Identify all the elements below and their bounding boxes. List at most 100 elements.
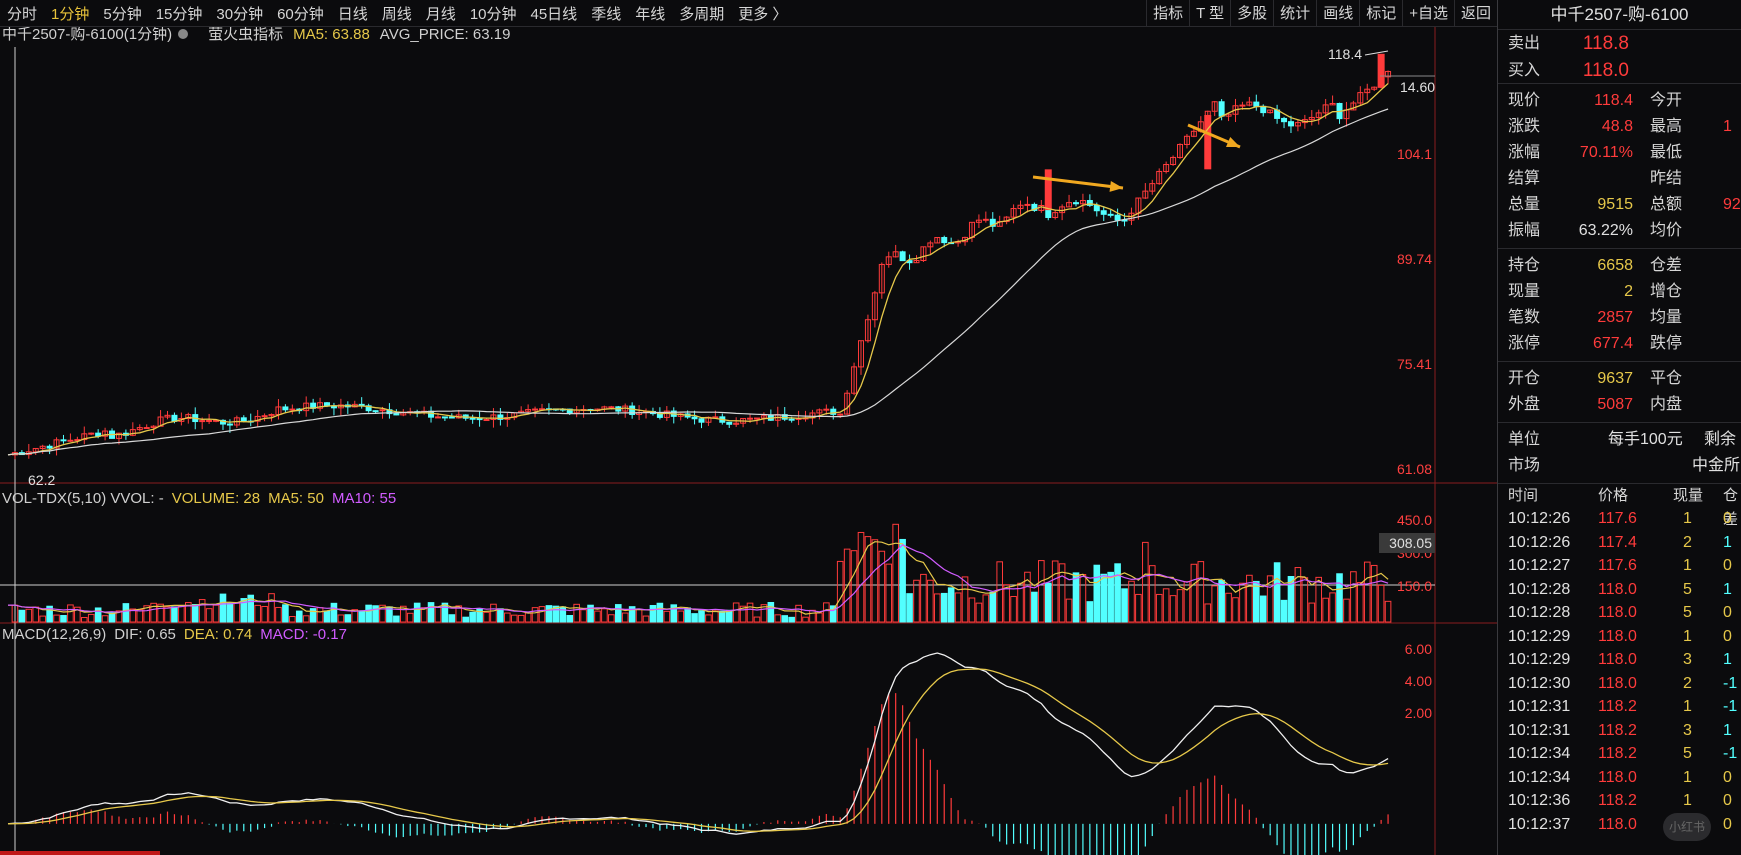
stat-label-2: 跌停 (1650, 335, 1683, 352)
volume-bar (663, 610, 671, 623)
volume-bar (594, 610, 601, 623)
timeframe-tab[interactable]: 30分钟 (209, 3, 270, 24)
volume-bar (164, 606, 171, 623)
volume-bar (1294, 567, 1302, 623)
unit-extra: 剩余 (1704, 431, 1737, 448)
timeframe-tab[interactable]: 月线 (419, 3, 463, 24)
volume-bar (892, 523, 899, 623)
macd-value: MACD: -0.17 (260, 626, 347, 643)
crosshair-value: 308.05 (1389, 535, 1432, 551)
stat-label: 开仓 (1508, 370, 1541, 387)
volume-bar (982, 594, 990, 623)
volume-bar (295, 610, 303, 623)
timeframe-tab[interactable]: 45日线 (524, 3, 585, 24)
stat-value: 70.11% (1579, 144, 1633, 161)
highlight-candle (1377, 53, 1385, 88)
volume-bar (566, 615, 574, 623)
tick-oi-change: 0 (1723, 604, 1732, 621)
volume-bar (802, 616, 809, 623)
toolbar-button[interactable]: 指标 (1146, 0, 1189, 27)
toolbar-button[interactable]: 画线 (1316, 0, 1359, 27)
toolbar-button[interactable]: +自选 (1402, 0, 1454, 27)
volume-bar (344, 614, 352, 623)
tick-oi-change: -1 (1723, 698, 1738, 715)
tick-price: 118.0 (1598, 815, 1637, 833)
highlight-candle (1204, 114, 1212, 170)
tick-price: 117.4 (1598, 533, 1637, 551)
tick-time: 10:12:29 (1508, 651, 1571, 668)
volume-bar (836, 560, 844, 623)
volume-bar (1038, 560, 1045, 623)
main-title-text: 中千2507-购-6100(1分钟) 萤火虫指标 MA5: 63.88 AVG_PRI… (2, 27, 510, 43)
volume-bar (289, 616, 296, 623)
volume-bar (358, 610, 365, 623)
timeframe-tab[interactable]: 5分钟 (96, 3, 148, 24)
quote-panel: 中千2507-购-6100 卖出 118.8 买入 118.0 现价 118.4 今… (1497, 0, 1741, 855)
stat-label-2: 最高 (1650, 118, 1683, 135)
timeframe-tab[interactable]: 多周期 (672, 3, 731, 24)
volume-bar (850, 550, 858, 623)
timeframe-tab[interactable]: 年线 (628, 3, 672, 24)
candle-body (608, 406, 615, 409)
tick-header-time: 时间 (1508, 487, 1539, 504)
toolbar-button[interactable]: 标记 (1359, 0, 1402, 27)
timeframe-tab[interactable]: 周线 (375, 3, 419, 24)
tick-price: 117.6 (1598, 557, 1637, 574)
tick-table[interactable]: 10:12:26 117.6 1 0 10:12:26 117.4 2 1 10:12:27 11… (1498, 507, 1741, 836)
volume-value: VOLUME: 28 (172, 490, 260, 507)
timeframe-tab[interactable]: 更多 〉 (731, 3, 794, 24)
volume-bar (1135, 593, 1142, 623)
tick-qty: 1 (1683, 627, 1692, 645)
stat-label: 结算 (1508, 170, 1541, 187)
volume-bar (684, 607, 691, 623)
toolbar-button[interactable]: 多股 (1230, 0, 1273, 27)
volume-bar (823, 602, 830, 623)
indicator-name: 萤火虫指标 (208, 27, 283, 43)
volume-bar (975, 602, 983, 623)
timeframe-tab[interactable]: 季线 (584, 3, 628, 24)
kline-chart[interactable]: 104.1 89.74 75.41 61.08 118.4 62.2 14.60 中千2507… (0, 27, 1497, 855)
timeframe-tab[interactable]: 60分钟 (270, 3, 331, 24)
macd-dif-line (7, 652, 1389, 835)
stat-label: 涨跌 (1508, 118, 1541, 135)
volume-bar (1336, 573, 1343, 623)
tick-row: 10:12:31 118.2 1 -1 (1498, 695, 1741, 719)
timeframe-tab[interactable]: 10分钟 (463, 3, 524, 24)
candle-body (747, 417, 754, 420)
volume-bar (642, 615, 650, 623)
volume-bar (788, 616, 795, 623)
volume-bar (67, 604, 74, 623)
toolbar-button[interactable]: 统计 (1273, 0, 1316, 27)
toolbar-button[interactable]: T 型 (1189, 0, 1230, 27)
timeframe-tab[interactable]: 分时 (0, 3, 44, 24)
volume-bar (1100, 573, 1108, 623)
stat-row: 振幅 63.22% 均价 (1498, 218, 1741, 244)
quote-stats-3: 开仓 9637 平仓 外盘 5087 内盘 (1498, 362, 1741, 423)
tick-oi-change: 1 (1723, 533, 1732, 551)
tick-oi-change: 0 (1723, 557, 1732, 574)
candle-body (226, 423, 233, 426)
tick-price: 118.2 (1598, 745, 1637, 762)
candle-body (1072, 202, 1079, 205)
timeframe-tab[interactable]: 15分钟 (149, 3, 210, 24)
tick-oi-change: 0 (1723, 768, 1732, 786)
tick-row: 10:12:30 118.0 2 -1 (1498, 672, 1741, 696)
toolbar-button[interactable]: 返回 (1453, 0, 1497, 27)
tick-row: 10:12:26 117.6 1 0 (1498, 507, 1741, 531)
tick-price: 118.2 (1598, 792, 1637, 809)
timeframe-tab[interactable]: 日线 (331, 3, 375, 24)
tick-time: 10:12:34 (1508, 768, 1571, 786)
volume-bar (80, 617, 88, 623)
volume-bar (1253, 580, 1260, 623)
timeframe-tab[interactable]: 1分钟 (44, 3, 96, 24)
volume-bar (767, 601, 775, 623)
volume-bar (1273, 562, 1281, 623)
volume-bar (1232, 597, 1239, 623)
volume-bar (531, 607, 539, 623)
volume-bar (608, 614, 615, 623)
tick-row: 10:12:27 117.6 1 0 (1498, 554, 1741, 578)
volume-bar (87, 613, 95, 623)
tick-oi-change: 0 (1723, 815, 1732, 833)
tick-price: 118.0 (1598, 627, 1637, 645)
volume-bar (1322, 597, 1329, 623)
